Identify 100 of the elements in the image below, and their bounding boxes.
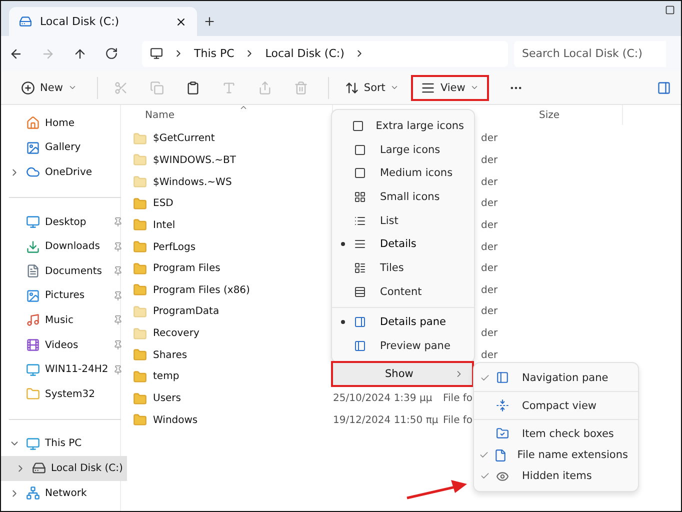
- date-cell-text: 25/10/2024 1:39 μμ: [333, 393, 434, 404]
- sidebar-item[interactable]: Videos: [1, 332, 128, 358]
- menu-item[interactable]: Extra large icons: [332, 114, 474, 138]
- sort-button[interactable]: Sort: [334, 74, 410, 100]
- new-button[interactable]: New: [11, 74, 87, 100]
- menu-item[interactable]: Hidden items: [474, 466, 638, 488]
- date-cell-text: 19/12/2024 11:50 πμ: [333, 414, 440, 426]
- search-field[interactable]: Search Local Disk (C:): [514, 40, 666, 66]
- file-name[interactable]: ESD: [133, 196, 333, 211]
- paste-icon: [186, 80, 200, 94]
- file-name[interactable]: Recovery: [133, 326, 333, 341]
- menu-item[interactable]: Item check boxes: [474, 423, 638, 445]
- file-name[interactable]: ProgramData: [133, 304, 333, 319]
- preview-pane-icon: [354, 340, 366, 352]
- menu-item[interactable]: File name extensions: [474, 444, 638, 466]
- refresh-icon[interactable]: [105, 47, 118, 60]
- drive-icon: [19, 15, 32, 28]
- sidebar-item[interactable]: This PC: [1, 432, 128, 456]
- type-cell-text: der: [480, 242, 499, 253]
- file-name[interactable]: Users: [133, 392, 333, 406]
- sidebar-item[interactable]: Network: [1, 480, 128, 506]
- file-name[interactable]: Program Files (x86): [133, 283, 333, 298]
- details-pane-icon[interactable]: [657, 80, 671, 94]
- sidebar-item[interactable]: OneDrive: [1, 160, 128, 185]
- check-icon: [480, 372, 490, 383]
- sidebar-item[interactable]: Music: [1, 308, 128, 333]
- content-icon: [354, 286, 366, 298]
- check-icon: [480, 471, 490, 482]
- file-name[interactable]: $Windows.~WS: [133, 175, 333, 190]
- checkboxes-icon: [496, 427, 509, 440]
- pin-icon: [113, 340, 124, 350]
- sidebar-item[interactable]: Downloads: [1, 234, 128, 259]
- up-icon[interactable]: [73, 46, 87, 60]
- menu-item[interactable]: List: [332, 208, 474, 233]
- pin-icon: [113, 290, 124, 301]
- type-cell-text: der: [480, 133, 499, 144]
- new-tab-icon[interactable]: [203, 15, 216, 28]
- file-name[interactable]: Intel: [133, 218, 333, 232]
- pin-icon: [113, 217, 124, 228]
- breadcrumb[interactable]: This PC: [194, 47, 234, 60]
- menu-item[interactable]: Small icons: [332, 185, 474, 209]
- pin-icon: [113, 242, 124, 252]
- file-name[interactable]: Program Files: [133, 262, 333, 276]
- maximize-icon[interactable]: [665, 5, 675, 15]
- menu-item[interactable]: Details pane: [332, 310, 474, 334]
- documents-icon: [26, 264, 40, 278]
- annotation-arrow: [405, 479, 469, 501]
- sidebar-item[interactable]: WIN11-24H2: [1, 357, 128, 382]
- file-name[interactable]: $GetCurrent: [133, 132, 333, 146]
- caret-icon: [470, 83, 480, 92]
- sidebar-item[interactable]: System32: [1, 382, 128, 407]
- sidebar-item[interactable]: Home: [1, 111, 128, 136]
- desktop-icon: [26, 215, 40, 230]
- menu-item[interactable]: Medium icons: [332, 161, 474, 186]
- pin-icon: [113, 364, 124, 375]
- file-name[interactable]: Windows: [133, 413, 333, 428]
- videos-icon: [26, 338, 40, 352]
- menu-item[interactable]: Content: [332, 280, 474, 304]
- pc-icon: [26, 362, 40, 377]
- menu-item[interactable]: Large icons: [332, 138, 474, 162]
- menu-item[interactable]: Compact view: [474, 395, 638, 416]
- column-header[interactable]: Size: [533, 105, 623, 125]
- menu-item[interactable]: Details: [332, 232, 474, 256]
- sidebar-item[interactable]: Documents: [1, 258, 128, 284]
- new-icon: [21, 80, 35, 94]
- sidebar-item[interactable]: Desktop: [1, 210, 128, 234]
- pictures-icon: [26, 288, 40, 303]
- network-icon: [26, 486, 40, 500]
- view-button[interactable]: View: [411, 74, 490, 100]
- type-cell-text: der: [480, 284, 499, 296]
- address-bar[interactable]: This PC Local Disk (C:): [142, 40, 508, 66]
- pin-icon: [113, 315, 124, 326]
- back-icon[interactable]: [9, 46, 23, 60]
- close-icon[interactable]: [175, 16, 187, 28]
- extensions-icon: [494, 448, 507, 462]
- type-cell-text: File fo: [443, 393, 474, 404]
- menu-item[interactable]: Navigation pane: [474, 367, 638, 388]
- type-cell-text: der: [480, 198, 499, 210]
- menu-item[interactable]: Tiles: [332, 256, 474, 280]
- sidebar-item[interactable]: Pictures: [1, 284, 128, 308]
- file-name[interactable]: $WINDOWS.~BT: [133, 153, 333, 168]
- home-icon: [26, 116, 40, 130]
- window-tab[interactable]: Local Disk (C:): [9, 7, 197, 36]
- caret-icon: [68, 83, 77, 92]
- cloud-icon: [26, 165, 40, 180]
- selected-dot-icon: [341, 242, 345, 246]
- file-name[interactable]: Shares: [133, 348, 333, 362]
- file-name[interactable]: temp: [133, 370, 333, 384]
- menu-item[interactable]: Preview pane: [332, 334, 474, 358]
- sidebar-item[interactable]: Gallery: [1, 136, 128, 160]
- file-name[interactable]: PerfLogs: [133, 240, 333, 254]
- hidden-icon: [496, 470, 509, 483]
- show-menu-item[interactable]: Show: [331, 361, 474, 387]
- copy-icon: [150, 80, 164, 94]
- breadcrumb[interactable]: Local Disk (C:): [265, 47, 344, 60]
- sidebar-item[interactable]: Local Disk (C:): [1, 456, 128, 481]
- nav-pane-icon: [496, 371, 509, 384]
- share-icon: [258, 80, 272, 94]
- type-cell-text: der: [480, 220, 499, 231]
- cut-icon: [114, 80, 128, 94]
